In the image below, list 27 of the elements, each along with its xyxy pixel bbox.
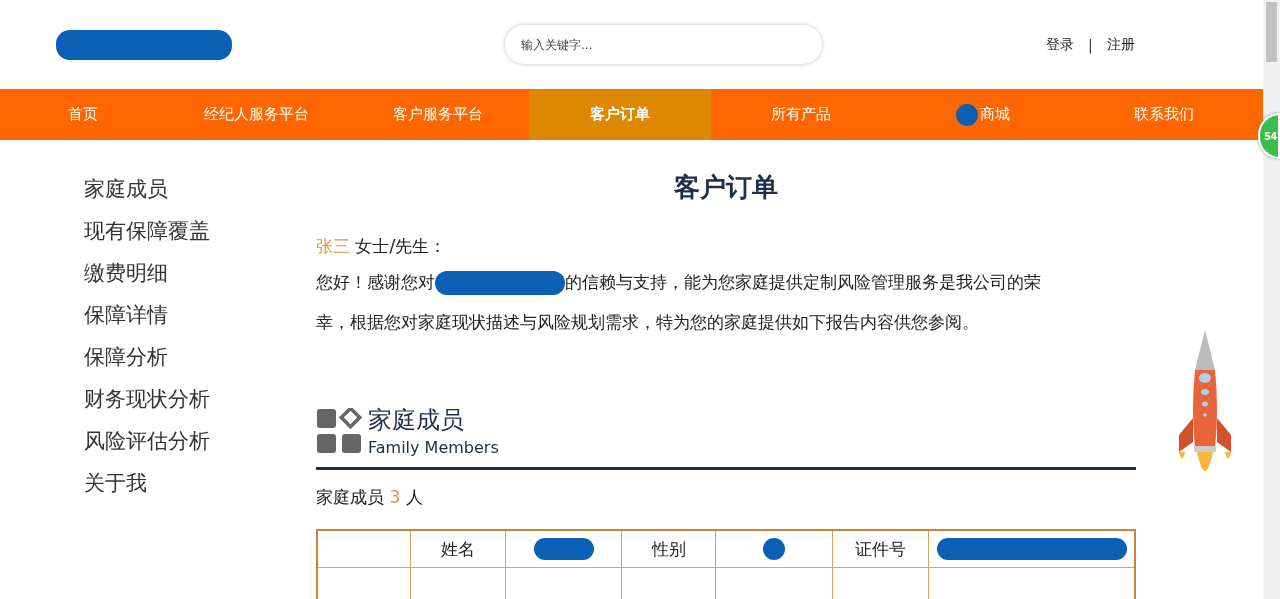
sidebar-item[interactable]: 缴费明细 bbox=[84, 252, 168, 294]
sidebar-item[interactable]: 保障详情 bbox=[84, 294, 168, 336]
greeting-text: 的信赖与支持，能为您家庭提供定制风险管理服务是我公司的荣 bbox=[565, 272, 1041, 292]
greeting-text: 您好！感谢您对 bbox=[316, 272, 435, 292]
member-count-text: 家庭成员 3 人 bbox=[316, 486, 423, 509]
sidebar-item[interactable]: 风险评估分析 bbox=[84, 420, 210, 462]
table-cell: 姓名 bbox=[410, 530, 506, 568]
separator-text: | bbox=[1088, 36, 1093, 53]
sidebar-item[interactable]: 保障分析 bbox=[84, 336, 168, 378]
sidebar-item[interactable]: 关于我 bbox=[84, 462, 147, 504]
grid-icon bbox=[316, 407, 362, 454]
search-field[interactable]: 输入关键字... bbox=[505, 25, 822, 64]
register-link[interactable]: 注册 bbox=[1106, 35, 1135, 54]
sidebar-item[interactable]: 财务现状分析 bbox=[84, 378, 210, 420]
redaction-mark bbox=[763, 538, 785, 560]
section-title: 家庭成员 bbox=[368, 405, 465, 436]
page-title: 客户订单 bbox=[673, 171, 779, 204]
login-link[interactable]: 登录 bbox=[1046, 35, 1074, 54]
sidebar-item[interactable]: 现有保障覆盖 bbox=[84, 210, 210, 252]
table-cell: 性别 bbox=[621, 530, 716, 568]
greeting-text: 幸，根据您对家庭现状描述与风险规划需求，特为您的家庭提供如下报告内容供您参阅。 bbox=[316, 312, 979, 332]
scrollbar[interactable] bbox=[1263, 0, 1280, 599]
redaction-mark bbox=[533, 538, 594, 560]
table-cell: 证件号 bbox=[832, 530, 929, 568]
salutation-text: 张三 女士/先生： bbox=[316, 235, 448, 258]
sidebar-item[interactable]: 家庭成员 bbox=[84, 168, 168, 210]
section-subtitle: Family Members bbox=[368, 438, 499, 457]
